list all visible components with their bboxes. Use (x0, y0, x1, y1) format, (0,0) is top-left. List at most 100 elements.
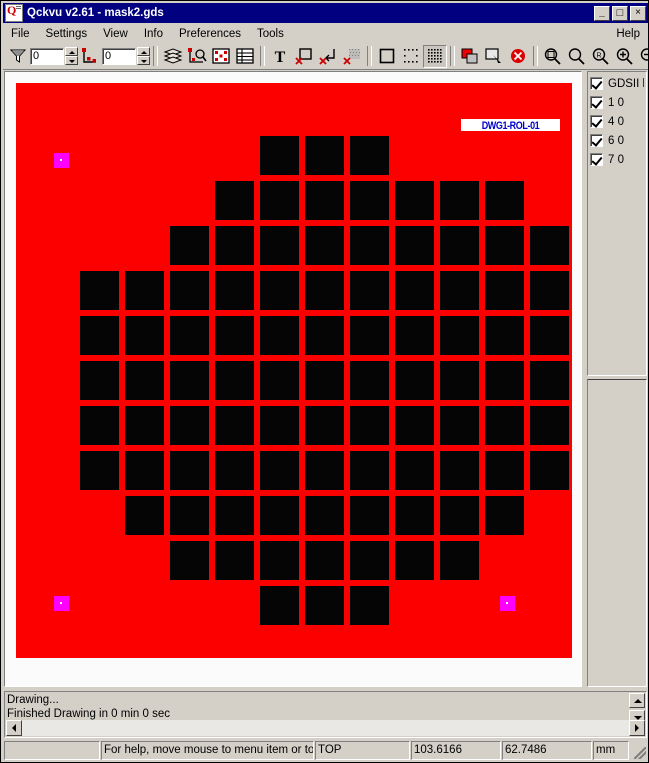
die-cell[interactable] (440, 316, 479, 355)
filter-depth-down[interactable] (65, 56, 78, 65)
die-cell[interactable] (260, 406, 299, 445)
delete-fill-icon[interactable] (340, 45, 364, 68)
die-cell[interactable] (305, 271, 344, 310)
layout-canvas[interactable]: DWG1-ROL-01 (5, 72, 581, 686)
die-cell[interactable] (260, 136, 299, 175)
die-cell[interactable] (395, 541, 434, 580)
die-cell[interactable] (305, 496, 344, 535)
die-cell[interactable] (440, 451, 479, 490)
log-scroll-left-button[interactable] (6, 720, 22, 736)
die-cell[interactable] (395, 451, 434, 490)
log-scroll-right-button[interactable] (629, 720, 645, 736)
select-pointer-icon[interactable] (482, 45, 506, 68)
die-cell[interactable] (440, 406, 479, 445)
die-cell[interactable] (440, 361, 479, 400)
table-icon[interactable] (233, 45, 257, 68)
menu-help[interactable]: Help (608, 26, 648, 42)
die-cell[interactable] (440, 181, 479, 220)
die-cell[interactable] (395, 181, 434, 220)
filter-depth-arrows[interactable] (65, 47, 78, 65)
die-cell[interactable] (530, 361, 569, 400)
die-cell[interactable] (350, 451, 389, 490)
menu-settings[interactable]: Settings (38, 26, 96, 42)
die-cell[interactable] (395, 226, 434, 265)
die-cell[interactable] (215, 406, 254, 445)
text-tool-icon[interactable]: T (268, 45, 292, 68)
die-cell[interactable] (395, 316, 434, 355)
die-cell[interactable] (170, 541, 209, 580)
die-cell[interactable] (530, 451, 569, 490)
layer-list-panel[interactable]: GDSII l 1 0 4 0 6 0 7 0 (587, 71, 647, 376)
alignment-marker-bottom-right[interactable] (500, 596, 515, 611)
die-cell[interactable] (485, 406, 524, 445)
checkbox-checked-icon[interactable] (590, 77, 603, 90)
die-cell[interactable] (485, 451, 524, 490)
zoom-previous-icon[interactable]: R (589, 45, 613, 68)
die-cell[interactable] (305, 316, 344, 355)
die-cell[interactable] (170, 451, 209, 490)
hierarchy-level-stepper[interactable]: 0 (102, 47, 150, 65)
die-cell[interactable] (530, 316, 569, 355)
die-cell[interactable] (485, 496, 524, 535)
die-cell[interactable] (350, 361, 389, 400)
layer-gdsii[interactable]: GDSII l (590, 75, 644, 92)
die-cell[interactable] (260, 541, 299, 580)
menu-file[interactable]: File (3, 26, 38, 42)
secondary-panel[interactable] (587, 379, 647, 687)
layer-1-0[interactable]: 1 0 (590, 94, 644, 111)
die-cell[interactable] (350, 316, 389, 355)
die-cell[interactable] (350, 271, 389, 310)
menu-preferences[interactable]: Preferences (171, 26, 249, 42)
die-cell[interactable] (80, 406, 119, 445)
die-cell[interactable] (485, 181, 524, 220)
minimize-button[interactable]: _ (594, 5, 610, 21)
menu-tools[interactable]: Tools (249, 26, 292, 42)
menu-info[interactable]: Info (136, 26, 171, 42)
die-cell[interactable] (80, 316, 119, 355)
log-hscroll-track[interactable] (22, 720, 629, 736)
maximize-button[interactable]: □ (612, 5, 628, 21)
die-cell[interactable] (260, 361, 299, 400)
checkbox-checked-icon[interactable] (590, 96, 603, 109)
checkbox-checked-icon[interactable] (590, 115, 603, 128)
die-cell[interactable] (350, 541, 389, 580)
cell-map-icon[interactable] (209, 45, 233, 68)
die-cell[interactable] (170, 361, 209, 400)
zoom-window-icon[interactable] (541, 45, 565, 68)
layer-6-0[interactable]: 6 0 (590, 132, 644, 149)
die-cell[interactable] (350, 226, 389, 265)
hierarchy-level-arrows[interactable] (137, 47, 150, 65)
checkbox-checked-icon[interactable] (590, 153, 603, 166)
die-cell[interactable] (170, 226, 209, 265)
solid-fill-icon[interactable] (423, 44, 447, 68)
die-cell[interactable] (215, 451, 254, 490)
die-cell[interactable] (530, 226, 569, 265)
die-cell[interactable] (170, 406, 209, 445)
filter-depth-up[interactable] (65, 47, 78, 56)
die-cell[interactable] (395, 361, 434, 400)
delete-path-icon[interactable] (316, 45, 340, 68)
die-cell[interactable] (215, 226, 254, 265)
die-cell[interactable] (215, 361, 254, 400)
die-cell[interactable] (305, 406, 344, 445)
die-cell[interactable] (260, 226, 299, 265)
hierarchy-level-icon[interactable] (78, 45, 102, 68)
filter-depth-stepper[interactable]: 0 (30, 47, 78, 65)
die-cell[interactable] (170, 316, 209, 355)
die-cell[interactable] (440, 541, 479, 580)
alignment-marker-bottom-left[interactable] (54, 596, 69, 611)
die-cell[interactable] (350, 496, 389, 535)
die-cell[interactable] (125, 496, 164, 535)
layers-icon[interactable] (161, 45, 185, 68)
zoom-in-icon[interactable] (613, 45, 637, 68)
die-cell[interactable] (485, 361, 524, 400)
layout-canvas-frame[interactable]: DWG1-ROL-01 (4, 71, 582, 687)
filter-depth-input[interactable]: 0 (30, 47, 64, 65)
filter-depth-icon[interactable] (6, 45, 30, 68)
die-cell[interactable] (305, 226, 344, 265)
die-cell[interactable] (125, 361, 164, 400)
die-cell[interactable] (305, 541, 344, 580)
log-scroll-up-button[interactable] (629, 693, 645, 708)
zoom-out-icon[interactable] (637, 45, 648, 68)
outline-only-icon[interactable] (375, 45, 399, 68)
